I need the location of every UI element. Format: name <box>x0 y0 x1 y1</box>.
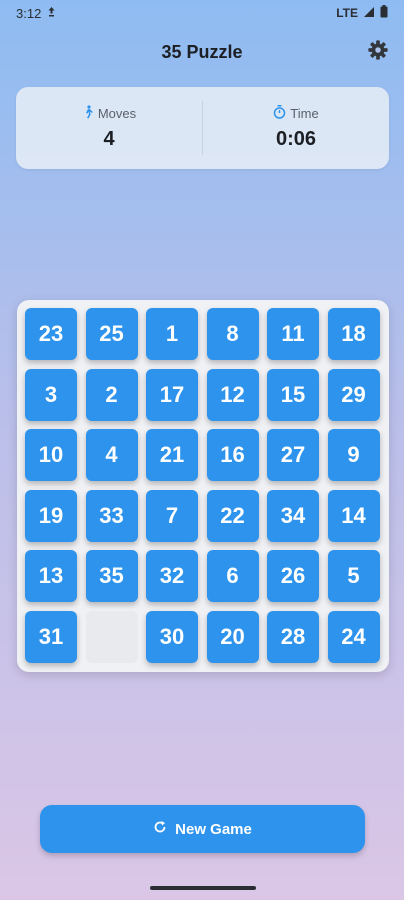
refresh-icon <box>153 820 167 838</box>
puzzle-tile[interactable]: 17 <box>146 368 198 421</box>
moves-header: Moves <box>82 105 136 122</box>
status-right: LTE <box>336 5 388 21</box>
puzzle-tile[interactable]: 13 <box>25 550 77 602</box>
puzzle-tile[interactable]: 2 <box>85 368 138 421</box>
status-time: 3:12 <box>16 5 42 21</box>
empty-slot <box>85 610 138 663</box>
puzzle-tile[interactable]: 1 <box>146 308 198 360</box>
network-type: LTE <box>336 6 358 20</box>
data-sync-icon <box>47 6 56 21</box>
puzzle-tile[interactable]: 30 <box>146 610 198 663</box>
puzzle-tile[interactable]: 16 <box>206 429 259 481</box>
puzzle-tile[interactable]: 15 <box>267 368 319 421</box>
app-title: 35 Puzzle <box>161 41 243 62</box>
puzzle-tile[interactable]: 6 <box>206 550 259 602</box>
puzzle-tile[interactable]: 27 <box>267 429 319 481</box>
moves-stat: Moves 4 <box>16 87 202 169</box>
puzzle-tile[interactable]: 9 <box>327 429 380 481</box>
puzzle-tile[interactable]: 14 <box>327 489 380 542</box>
puzzle-tile[interactable]: 8 <box>206 308 259 360</box>
puzzle-tile[interactable]: 7 <box>146 489 198 542</box>
puzzle-tile[interactable]: 28 <box>267 610 319 663</box>
time-stat: Time 0:06 <box>203 87 389 169</box>
puzzle-tile[interactable]: 19 <box>25 489 77 542</box>
puzzle-tile[interactable]: 20 <box>206 610 259 663</box>
puzzle-tile[interactable]: 4 <box>85 429 138 481</box>
settings-button[interactable] <box>364 38 392 66</box>
stats-card: Moves 4 Time 0:06 <box>16 87 389 169</box>
puzzle-tile[interactable]: 32 <box>146 550 198 602</box>
status-left: 3:12 <box>16 6 56 21</box>
time-header: Time <box>273 105 319 122</box>
app-bar: 35 Puzzle <box>0 34 404 70</box>
time-value: 0:06 <box>275 128 317 150</box>
new-game-label: New Game <box>175 820 252 838</box>
signal-icon <box>363 6 375 21</box>
puzzle-tile[interactable]: 22 <box>206 489 259 542</box>
puzzle-tile[interactable]: 34 <box>267 489 319 542</box>
puzzle-tile[interactable]: 26 <box>267 550 319 602</box>
stopwatch-icon <box>273 105 286 122</box>
walking-person-icon <box>82 105 94 122</box>
puzzle-tile[interactable]: 5 <box>327 550 380 602</box>
puzzle-tile[interactable]: 33 <box>85 489 138 542</box>
time-label: Time <box>290 106 319 121</box>
puzzle-tile[interactable]: 24 <box>327 610 380 663</box>
puzzle-tile[interactable]: 35 <box>85 550 138 602</box>
puzzle-tile[interactable]: 29 <box>327 368 380 421</box>
puzzle-tile[interactable]: 23 <box>25 308 77 360</box>
puzzle-tile[interactable]: 10 <box>25 429 77 481</box>
puzzle-tile[interactable]: 31 <box>25 610 77 663</box>
new-game-button[interactable]: New Game <box>40 805 365 853</box>
puzzle-tile[interactable]: 11 <box>267 308 319 360</box>
puzzle-tile[interactable]: 18 <box>327 308 380 360</box>
puzzle-board: 23 25 1 8 11 18 3 2 17 12 15 29 10 4 21 16 27 9 19 33 7 22 34 1… <box>17 300 389 672</box>
battery-icon <box>380 5 388 21</box>
home-indicator[interactable] <box>150 886 256 890</box>
moves-label: Moves <box>97 106 137 121</box>
moves-value: 4 <box>103 128 115 150</box>
puzzle-tile[interactable]: 12 <box>206 368 259 421</box>
gear-icon <box>367 39 389 66</box>
puzzle-tile[interactable]: 21 <box>146 429 198 481</box>
status-bar: 3:12 LTE <box>0 0 404 26</box>
puzzle-tile[interactable]: 25 <box>85 308 138 360</box>
puzzle-tile[interactable]: 3 <box>25 368 77 421</box>
